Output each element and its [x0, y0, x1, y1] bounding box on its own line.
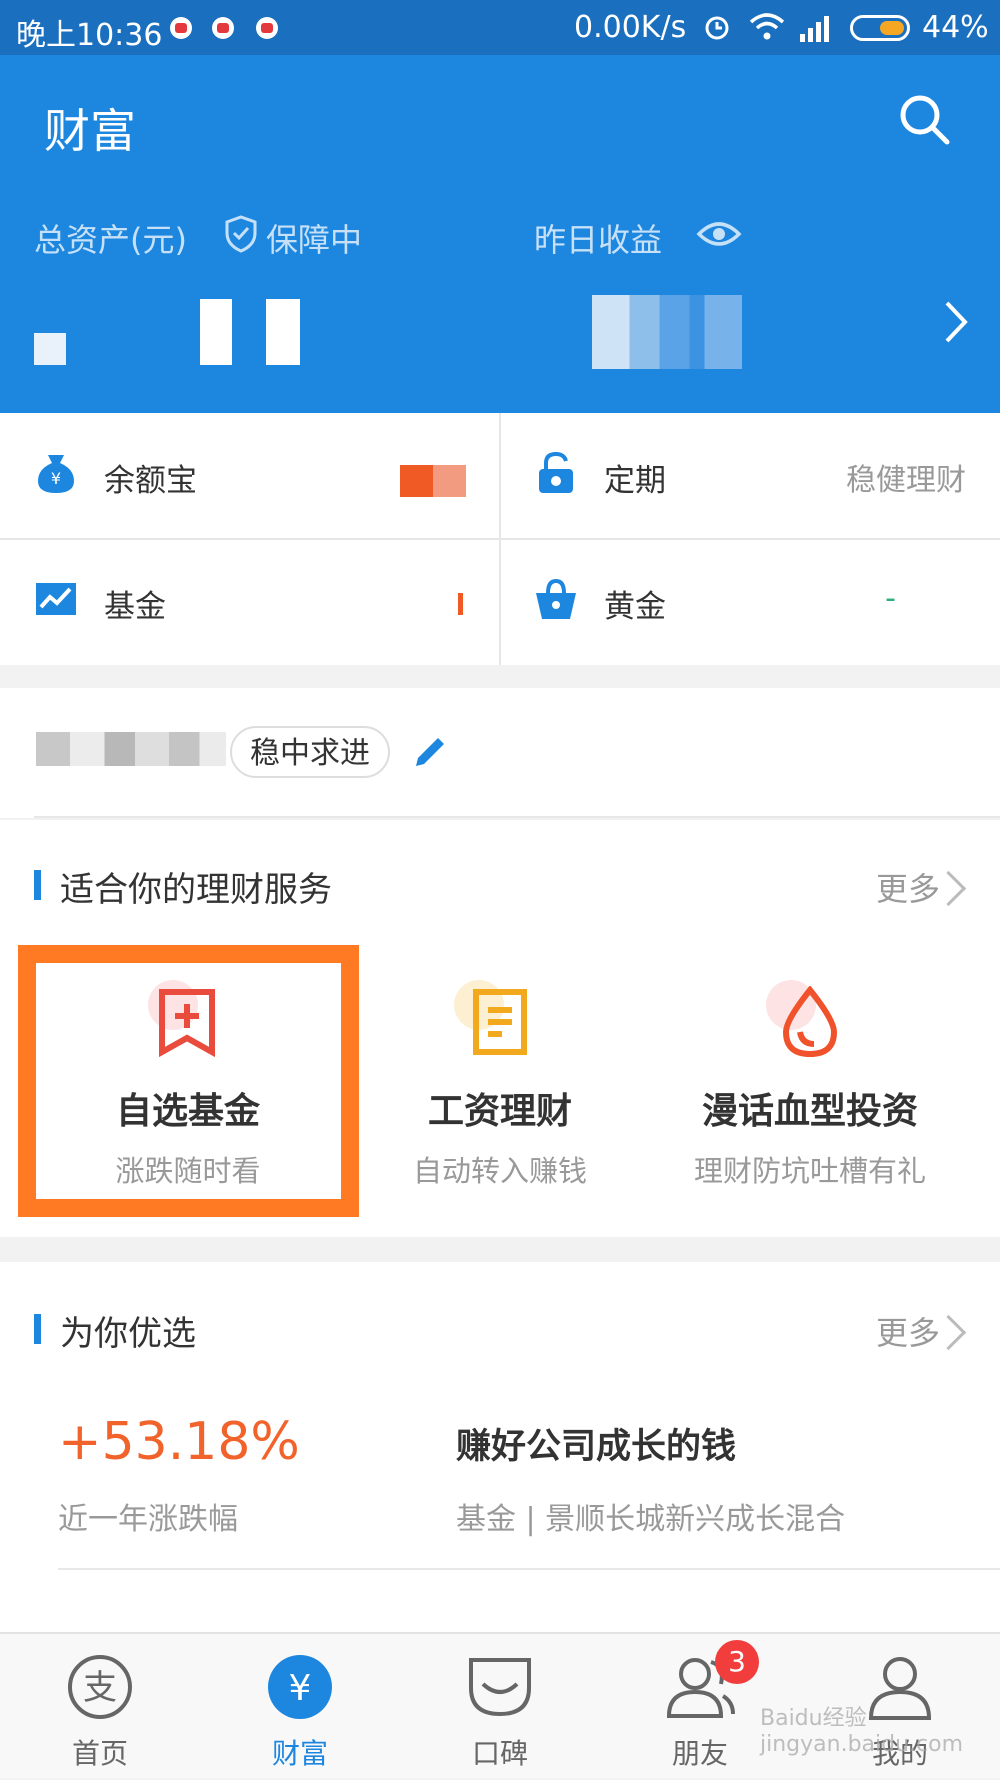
risk-tag[interactable]: 稳中求进 — [230, 726, 390, 778]
notification-icon — [212, 17, 234, 39]
tab-label: 首页 — [71, 1737, 128, 1770]
section-marker — [34, 1314, 41, 1344]
shield-icon — [225, 215, 257, 253]
obscured-earnings — [592, 295, 742, 369]
section-title: 适合你的理财服务 — [60, 870, 332, 910]
yearly-return-label: 近一年涨跌幅 — [58, 1502, 238, 1537]
obscured-amount — [34, 333, 66, 365]
asset-fund[interactable]: 基金 — [0, 539, 500, 665]
product-title[interactable]: 赚好公司成长的钱 — [456, 1418, 736, 1469]
asset-fixed-term[interactable]: 定期 稳健理财 — [500, 413, 1000, 539]
divider — [58, 1568, 1000, 1570]
section-marker — [34, 870, 41, 900]
svg-text:¥: ¥ — [289, 1668, 312, 1709]
battery-icon — [850, 15, 910, 41]
document-icon — [473, 989, 527, 1055]
blood-drop-icon — [782, 986, 838, 1058]
asset-value: - — [885, 581, 896, 616]
basket-icon — [536, 578, 576, 619]
edit-icon[interactable] — [410, 732, 450, 772]
protected-label[interactable]: 保障中 — [266, 215, 362, 261]
svg-text:支: 支 — [83, 1668, 117, 1708]
tab-home[interactable]: 支 首页 — [0, 1634, 200, 1780]
tab-label: 口碑 — [471, 1737, 528, 1770]
tab-wealth[interactable]: ¥ 财富 — [200, 1634, 400, 1780]
notification-icon — [256, 17, 278, 39]
service-title: 漫话血型投资 — [701, 1091, 918, 1132]
yuan-icon: ¥ — [268, 1655, 332, 1719]
product-subtitle: 基金 | 景顺长城新兴成长混合 — [456, 1502, 846, 1537]
service-title: 工资理财 — [427, 1091, 572, 1132]
tab-koubei[interactable]: 口碑 — [400, 1634, 600, 1780]
eye-icon[interactable] — [696, 217, 742, 251]
asset-desc: 稳健理财 — [846, 463, 966, 498]
service-item[interactable]: 工资理财 自动转入赚钱 — [350, 980, 650, 1190]
lock-icon — [539, 451, 573, 493]
notification-badge: 3 — [715, 1640, 759, 1684]
alipay-icon: 支 — [68, 1655, 132, 1719]
money-bag-icon: ¥ — [38, 455, 74, 493]
yearly-return[interactable]: +53.18% — [58, 1412, 300, 1472]
section-title: 为你优选 — [60, 1314, 196, 1354]
asset-name: 定期 — [604, 463, 666, 499]
highlight-box — [18, 945, 359, 1217]
obscured-user-info — [36, 732, 226, 766]
obscured-value — [400, 465, 466, 497]
divider — [0, 538, 1000, 540]
total-assets-label: 总资产(元) — [34, 221, 187, 259]
obscured-value — [458, 593, 463, 615]
battery-percent: 44% — [922, 10, 989, 45]
wifi-icon — [749, 13, 785, 40]
obscured-amount — [200, 299, 232, 365]
search-icon[interactable] — [898, 93, 950, 145]
wealth-header: 财富 总资产(元) 保障中 昨日收益 — [0, 55, 1000, 413]
page-title: 财富 — [44, 104, 136, 158]
service-item[interactable]: 漫话血型投资 理财防坑吐槽有礼 — [660, 980, 960, 1190]
service-subtitle: 理财防坑吐槽有礼 — [693, 1154, 926, 1188]
asset-yuebao[interactable]: ¥ 余额宝 — [0, 413, 500, 539]
risk-profile-row: 稳中求进 — [0, 688, 1000, 818]
koubei-icon — [469, 1658, 531, 1717]
obscured-amount — [266, 299, 300, 365]
asset-gold[interactable]: 黄金 - — [500, 539, 1000, 665]
asset-name: 基金 — [104, 589, 166, 625]
chart-icon — [36, 583, 76, 615]
yesterday-earnings-label: 昨日收益 — [534, 221, 663, 259]
svg-text:¥: ¥ — [51, 469, 61, 488]
tab-label: 财富 — [271, 1737, 328, 1770]
signal-icon — [800, 16, 829, 42]
status-bar: 晚上10:36 0.00K/s 44% — [0, 0, 1000, 55]
notification-icon — [170, 17, 192, 39]
network-speed: 0.00K/s — [574, 10, 687, 45]
chevron-right-icon[interactable] — [944, 300, 968, 344]
status-time: 晚上10:36 — [16, 18, 163, 53]
asset-name: 黄金 — [604, 589, 666, 625]
service-subtitle: 自动转入赚钱 — [412, 1154, 587, 1188]
recommend-section: 为你优选 更多 +53.18% 近一年涨跌幅 赚好公司成长的钱 基金 | 景顺长… — [0, 1262, 1000, 1632]
alarm-icon — [705, 16, 729, 40]
divider — [34, 816, 1000, 818]
asset-name: 余额宝 — [104, 463, 197, 499]
watermark: Baidu经验 jingyan.baidu.com — [760, 1706, 964, 1757]
